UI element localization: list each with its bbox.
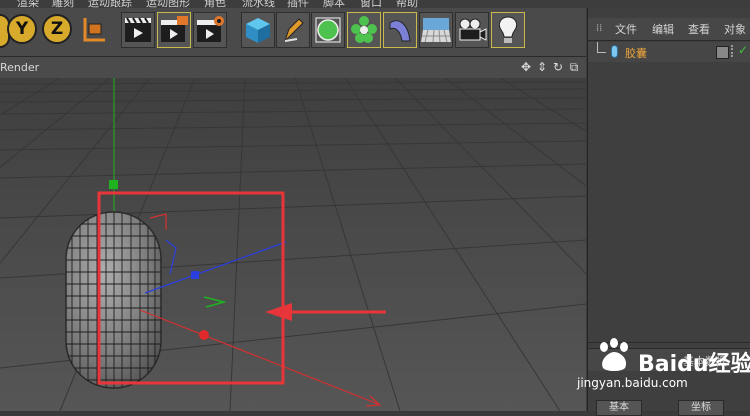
- render-view-icon: [125, 17, 151, 42]
- render-settings-button[interactable]: [193, 12, 227, 48]
- menu-item-plugins[interactable]: 插件: [287, 0, 309, 8]
- menu-item-sculpt[interactable]: 雕刻: [52, 0, 74, 8]
- object-name[interactable]: 胶囊: [625, 45, 647, 61]
- baidu-paw-icon: [600, 338, 628, 371]
- subdivision-icon: [315, 17, 341, 43]
- cloner-button[interactable]: [347, 12, 381, 48]
- tab-coordinates[interactable]: 坐标: [678, 400, 724, 416]
- zoom-view-icon[interactable]: ⇕: [535, 60, 549, 74]
- menu-view[interactable]: 查看: [688, 21, 710, 37]
- capsule-object[interactable]: [60, 208, 170, 393]
- watermark-url: jingyan.baidu.com: [577, 376, 688, 390]
- axis-z-label: Z: [50, 19, 64, 39]
- panel-grip-icon: ⁞⁞: [596, 23, 603, 34]
- render-active-button[interactable]: [157, 12, 191, 48]
- axis-z-button[interactable]: Z: [42, 14, 72, 44]
- add-cube-button[interactable]: [241, 12, 275, 48]
- menu-item-render[interactable]: 渲染: [17, 0, 39, 8]
- viewport-scene: [0, 78, 586, 411]
- x-axis-handle: [199, 330, 209, 340]
- tab-basic[interactable]: 基本: [596, 400, 642, 416]
- camera-button[interactable]: [455, 12, 489, 48]
- menu-object[interactable]: 对象: [724, 21, 746, 37]
- attribute-tabs: 基本 坐标: [596, 400, 746, 416]
- menu-item-character[interactable]: 角色: [204, 0, 226, 8]
- visibility-dots-icon[interactable]: [731, 45, 737, 57]
- cloner-icon: [351, 16, 377, 43]
- render-active-icon: [161, 16, 188, 42]
- render-settings-icon: [197, 16, 224, 42]
- deformer-icon: [389, 20, 411, 42]
- viewport-header: Render ✥ ⇕ ↻ ⧉: [0, 57, 586, 79]
- menu-item-motion-tracking[interactable]: 运动跟踪: [88, 0, 132, 8]
- baidu-watermark: Baidu经验 jingyan.baidu.com: [577, 328, 750, 394]
- axis-y-button[interactable]: Y: [7, 14, 37, 44]
- deformer-button[interactable]: [383, 12, 417, 48]
- render-view-button[interactable]: [121, 12, 155, 48]
- camera-icon: [459, 18, 487, 41]
- tree-line-icon: [597, 42, 606, 53]
- layer-icon[interactable]: [716, 46, 729, 59]
- floor-button[interactable]: [419, 12, 453, 48]
- pen-tool-button[interactable]: [276, 12, 310, 48]
- menu-item-script[interactable]: 脚本: [323, 0, 345, 8]
- y-axis-handle: [109, 180, 118, 189]
- move-view-icon[interactable]: ✥: [519, 60, 533, 74]
- watermark-logo-text: Baidu经验: [638, 352, 750, 377]
- cube-icon: [246, 18, 270, 43]
- object-manager-menu: ⁞⁞ 文件 编辑 查看 对象: [588, 18, 750, 41]
- floor-icon: [421, 18, 451, 43]
- object-row-capsule[interactable]: 胶囊 ✓: [588, 42, 750, 62]
- light-icon: [498, 16, 518, 43]
- 3d-viewport[interactable]: [0, 78, 586, 411]
- z-axis-handle: [191, 271, 199, 279]
- light-button[interactable]: [491, 12, 525, 48]
- enabled-check-icon[interactable]: ✓: [738, 43, 748, 57]
- pen-icon: [284, 18, 304, 42]
- menu-item-help[interactable]: 帮助: [396, 0, 418, 8]
- menu-file[interactable]: 文件: [615, 21, 637, 37]
- coordinate-system-button[interactable]: [77, 12, 111, 48]
- axis-y-label: Y: [15, 19, 29, 39]
- menu-item-window[interactable]: 窗口: [360, 0, 382, 8]
- rotate-view-icon[interactable]: ↻: [551, 60, 565, 74]
- coordinate-system-icon: [83, 18, 105, 42]
- maximize-view-icon[interactable]: ⧉: [567, 60, 581, 74]
- menu-item-mograph[interactable]: 运动图形: [146, 0, 190, 8]
- viewport-menu-render[interactable]: Render: [0, 61, 39, 74]
- main-toolbar: Y Z: [0, 8, 586, 57]
- menu-item-pipeline[interactable]: 流水线: [242, 0, 275, 8]
- menu-bar: 渲染 雕刻 运动跟踪 运动图形 角色 流水线 插件 脚本 窗口 帮助: [0, 0, 750, 8]
- capsule-icon: [611, 45, 618, 58]
- menu-edit[interactable]: 编辑: [652, 21, 674, 37]
- subdivision-button[interactable]: [311, 12, 345, 48]
